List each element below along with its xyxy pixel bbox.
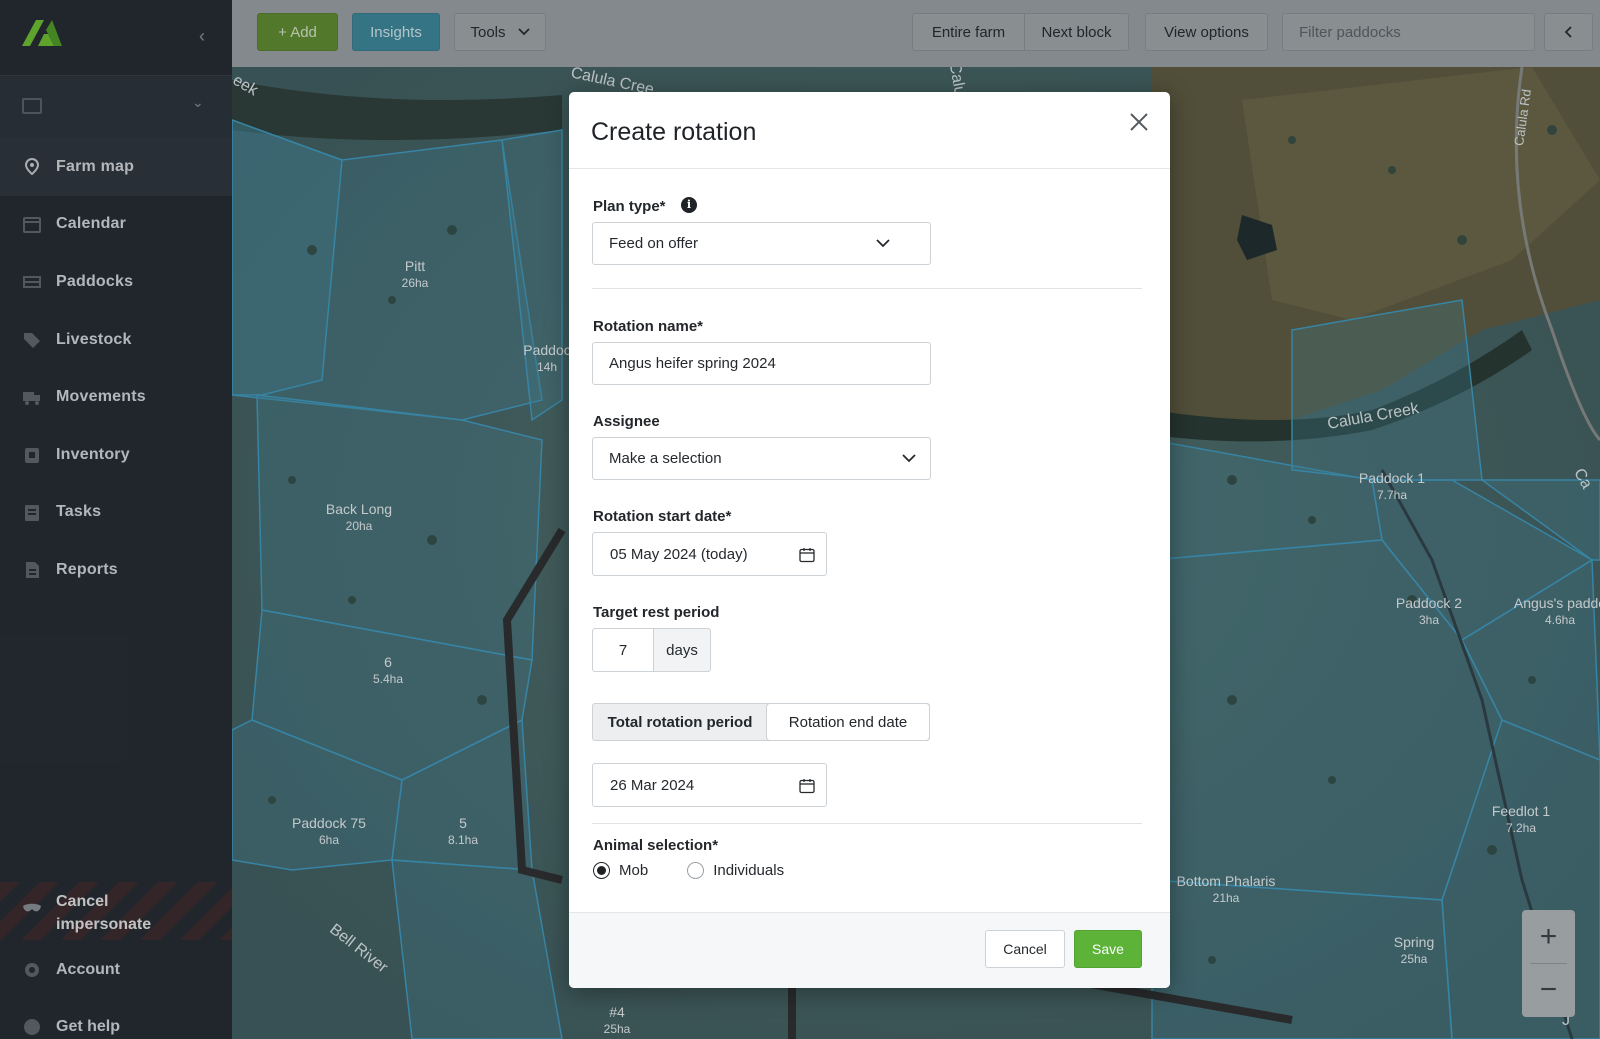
cancel-button[interactable]: Cancel [985,930,1065,968]
mob-radio-label[interactable]: Mob [619,862,648,879]
rest-period-input[interactable]: 7 [592,628,653,672]
end-date-value: 26 Mar 2024 [610,776,695,794]
end-date-picker[interactable]: 26 Mar 2024 [592,763,827,807]
assignee-select[interactable]: Make a selection [592,437,931,480]
total-rotation-period-tab[interactable]: Total rotation period [593,704,767,740]
rotation-name-label: Rotation name* [593,318,704,335]
animal-selection-options: Mob Individuals [593,862,784,879]
modal-header: Create rotation [569,92,1170,169]
start-date-value: 05 May 2024 (today) [610,545,748,563]
assignee-value: Make a selection [609,450,722,467]
chevron-down-icon [902,454,916,463]
section-divider [592,823,1142,824]
mob-radio[interactable] [593,862,610,879]
start-date-label: Rotation start date* [593,508,732,525]
rest-period-label: Target rest period [593,604,720,621]
rest-period-unit: days [653,628,711,672]
rotation-name-input[interactable]: Angus heifer spring 2024 [592,342,931,385]
modal-title: Create rotation [591,118,757,146]
plan-type-value: Feed on offer [609,235,698,252]
individuals-radio[interactable] [687,862,705,879]
create-rotation-modal: Create rotation Plan type* i Feed on off… [569,92,1170,988]
animal-selection-label: Animal selection* [593,837,719,854]
calendar-icon [799,779,815,794]
individuals-radio-label[interactable]: Individuals [713,862,784,879]
section-divider [592,288,1142,289]
assignee-label: Assignee [593,413,660,430]
plan-type-select[interactable]: Feed on offer [592,222,931,265]
save-button[interactable]: Save [1074,930,1142,968]
modal-footer: Cancel Save [569,912,1170,988]
calendar-icon [799,548,815,563]
info-icon[interactable]: i [681,197,697,213]
start-date-picker[interactable]: 05 May 2024 (today) [592,532,827,576]
plan-type-label: Plan type* [593,198,666,215]
chevron-down-icon [876,239,890,248]
rotation-end-date-tab[interactable]: Rotation end date [767,704,929,740]
period-toggle: Total rotation period Rotation end date [592,703,930,741]
close-icon[interactable] [1127,110,1151,134]
